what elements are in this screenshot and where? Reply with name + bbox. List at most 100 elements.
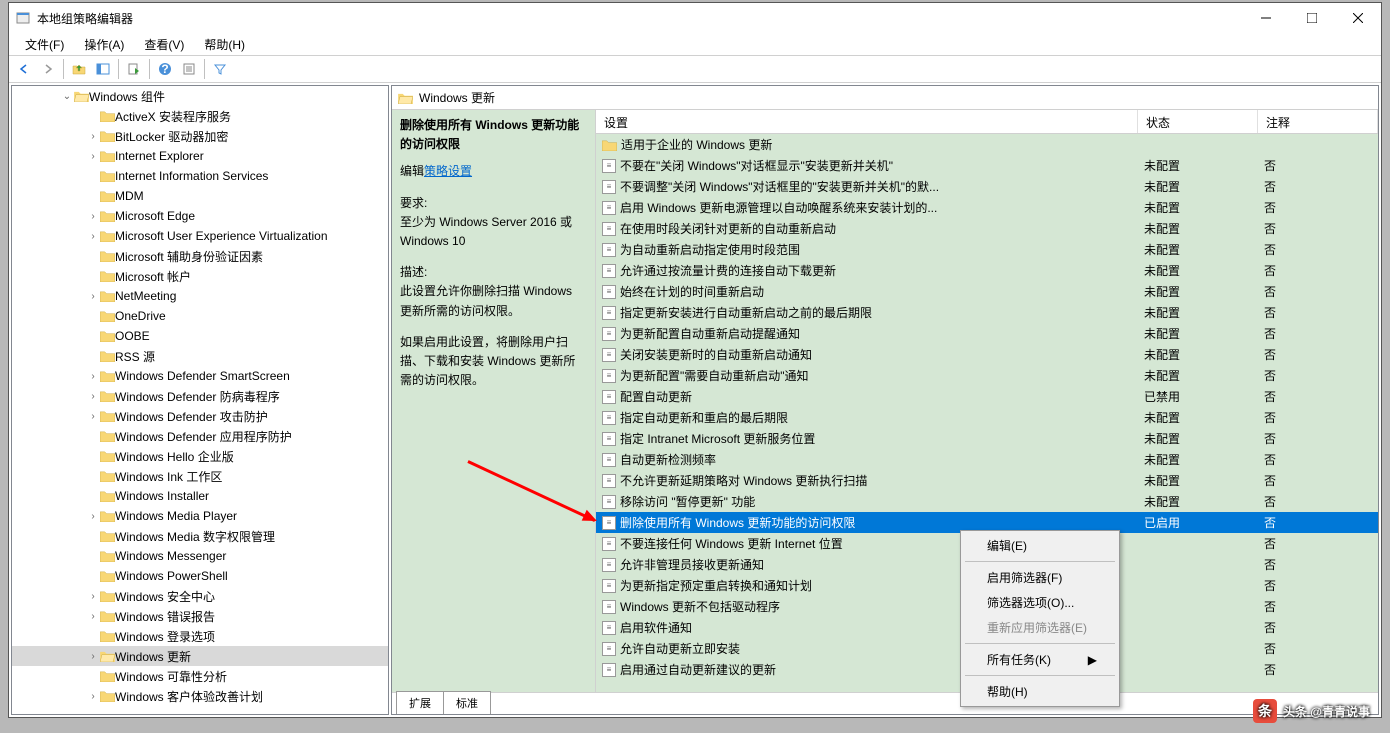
- tree-item[interactable]: ›Windows Media Player: [12, 506, 388, 526]
- toolbar: ?: [9, 55, 1381, 83]
- ctx-filter-on[interactable]: 启用筛选器(F): [963, 565, 1117, 590]
- titlebar: 本地组策略编辑器: [9, 3, 1381, 33]
- details-pane: Windows 更新 删除使用所有 Windows 更新功能的访问权限 编辑策略…: [391, 85, 1379, 715]
- tabbar: 扩展 标准: [392, 692, 1378, 714]
- tree-item[interactable]: ActiveX 安装程序服务: [12, 106, 388, 126]
- policy-icon: ≡: [602, 222, 616, 236]
- policy-icon: ≡: [602, 264, 616, 278]
- tree-item[interactable]: ›Windows Defender 攻击防护: [12, 406, 388, 426]
- ctx-edit[interactable]: 编辑(E): [963, 533, 1117, 558]
- menu-file[interactable]: 文件(F): [17, 34, 72, 55]
- list-row[interactable]: ≡为更新配置自动重新启动提醒通知未配置否: [596, 323, 1378, 344]
- tree-item[interactable]: MDM: [12, 186, 388, 206]
- minimize-button[interactable]: [1243, 3, 1289, 33]
- list-row[interactable]: ≡指定自动更新和重启的最后期限未配置否: [596, 407, 1378, 428]
- list-row[interactable]: ≡指定更新安装进行自动重新启动之前的最后期限未配置否: [596, 302, 1378, 323]
- tree-item[interactable]: Windows PowerShell: [12, 566, 388, 586]
- tree-pane[interactable]: ⌄Windows 组件ActiveX 安装程序服务›BitLocker 驱动器加…: [11, 85, 389, 715]
- ctx-reapply-filter: 重新应用筛选器(E): [963, 615, 1117, 640]
- menubar: 文件(F) 操作(A) 查看(V) 帮助(H): [9, 33, 1381, 55]
- list-row[interactable]: 适用于企业的 Windows 更新: [596, 134, 1378, 155]
- tree-item[interactable]: Windows Installer: [12, 486, 388, 506]
- list-row[interactable]: ≡在使用时段关闭针对更新的自动重新启动未配置否: [596, 218, 1378, 239]
- policy-icon: ≡: [602, 180, 616, 194]
- description-pane: 删除使用所有 Windows 更新功能的访问权限 编辑策略设置 要求: 至少为 …: [392, 110, 596, 692]
- tree-item[interactable]: OneDrive: [12, 306, 388, 326]
- menu-help[interactable]: 帮助(H): [196, 34, 253, 55]
- tree-item[interactable]: ›Microsoft User Experience Virtualizatio…: [12, 226, 388, 246]
- tree-item[interactable]: Windows Defender 应用程序防护: [12, 426, 388, 446]
- col-setting[interactable]: 设置: [596, 110, 1138, 133]
- tree-item[interactable]: ›Windows 安全中心: [12, 586, 388, 606]
- policy-icon: ≡: [602, 159, 616, 173]
- tree-item[interactable]: Windows 登录选项: [12, 626, 388, 646]
- tree-item[interactable]: ›Microsoft Edge: [12, 206, 388, 226]
- tree-item[interactable]: Windows Ink 工作区: [12, 466, 388, 486]
- tree-item[interactable]: ›Windows 客户体验改善计划: [12, 686, 388, 706]
- col-comment[interactable]: 注释: [1258, 110, 1378, 133]
- ctx-filter-options[interactable]: 筛选器选项(O)...: [963, 590, 1117, 615]
- list-row[interactable]: ≡指定 Intranet Microsoft 更新服务位置未配置否: [596, 428, 1378, 449]
- tree-item[interactable]: ›NetMeeting: [12, 286, 388, 306]
- policy-icon: ≡: [602, 579, 616, 593]
- list-row[interactable]: ≡始终在计划的时间重新启动未配置否: [596, 281, 1378, 302]
- forward-button[interactable]: [37, 58, 59, 80]
- tree-item[interactable]: OOBE: [12, 326, 388, 346]
- ctx-all-tasks[interactable]: 所有任务(K)▶: [963, 647, 1117, 672]
- tree-item[interactable]: RSS 源: [12, 346, 388, 366]
- tree-item[interactable]: Microsoft 帐户: [12, 266, 388, 286]
- menu-view[interactable]: 查看(V): [136, 34, 192, 55]
- tree-item[interactable]: Internet Information Services: [12, 166, 388, 186]
- svg-text:?: ?: [161, 62, 168, 76]
- tree-item[interactable]: Windows Media 数字权限管理: [12, 526, 388, 546]
- policy-icon: ≡: [602, 390, 616, 404]
- path-header: Windows 更新: [392, 86, 1378, 110]
- list-row[interactable]: ≡允许通过按流量计费的连接自动下载更新未配置否: [596, 260, 1378, 281]
- tree-item[interactable]: ›Windows Defender SmartScreen: [12, 366, 388, 386]
- tree-item[interactable]: ›BitLocker 驱动器加密: [12, 126, 388, 146]
- export-button[interactable]: [123, 58, 145, 80]
- show-hide-tree-button[interactable]: [92, 58, 114, 80]
- policy-icon: ≡: [602, 369, 616, 383]
- app-icon: [15, 10, 31, 26]
- tree-item[interactable]: ›Windows 更新: [12, 646, 388, 666]
- policy-icon: ≡: [602, 453, 616, 467]
- properties-button[interactable]: [178, 58, 200, 80]
- tree-item[interactable]: Windows 可靠性分析: [12, 666, 388, 686]
- list-row[interactable]: ≡配置自动更新已禁用否: [596, 386, 1378, 407]
- list-row[interactable]: ≡不要在"关闭 Windows"对话框显示"安装更新并关机"未配置否: [596, 155, 1378, 176]
- list-header: 设置 状态 注释: [596, 110, 1378, 134]
- tree-root[interactable]: ⌄Windows 组件: [12, 86, 388, 106]
- col-status[interactable]: 状态: [1138, 110, 1258, 133]
- list-row[interactable]: ≡移除访问 "暂停更新" 功能未配置否: [596, 491, 1378, 512]
- tree-item[interactable]: Windows Hello 企业版: [12, 446, 388, 466]
- tree-item[interactable]: ›Windows 错误报告: [12, 606, 388, 626]
- filter-button[interactable]: [209, 58, 231, 80]
- list-row[interactable]: ≡不允许更新延期策略对 Windows 更新执行扫描未配置否: [596, 470, 1378, 491]
- policy-title: 删除使用所有 Windows 更新功能的访问权限: [400, 116, 587, 154]
- tree-item[interactable]: Windows Messenger: [12, 546, 388, 566]
- list-row[interactable]: ≡自动更新检测频率未配置否: [596, 449, 1378, 470]
- ctx-help[interactable]: 帮助(H): [963, 679, 1117, 704]
- menu-action[interactable]: 操作(A): [76, 34, 132, 55]
- policy-icon: ≡: [602, 621, 616, 635]
- back-button[interactable]: [13, 58, 35, 80]
- tree-item[interactable]: ›Windows Defender 防病毒程序: [12, 386, 388, 406]
- list-row[interactable]: ≡为自动重新启动指定使用时段范围未配置否: [596, 239, 1378, 260]
- policy-icon: ≡: [602, 348, 616, 362]
- help-button[interactable]: ?: [154, 58, 176, 80]
- edit-policy-link[interactable]: 策略设置: [424, 164, 472, 178]
- tree-item[interactable]: ›Internet Explorer: [12, 146, 388, 166]
- list-row[interactable]: ≡不要调整"关闭 Windows"对话框里的"安装更新并关机"的默...未配置否: [596, 176, 1378, 197]
- tab-extended[interactable]: 扩展: [396, 691, 444, 714]
- list-row[interactable]: ≡启用 Windows 更新电源管理以自动唤醒系统来安装计划的...未配置否: [596, 197, 1378, 218]
- maximize-button[interactable]: [1289, 3, 1335, 33]
- close-button[interactable]: [1335, 3, 1381, 33]
- policy-icon: ≡: [602, 663, 616, 677]
- tree-item[interactable]: Microsoft 辅助身份验证因素: [12, 246, 388, 266]
- list-row[interactable]: ≡关闭安装更新时的自动重新启动通知未配置否: [596, 344, 1378, 365]
- tab-standard[interactable]: 标准: [443, 691, 491, 714]
- policy-icon: ≡: [602, 495, 616, 509]
- list-row[interactable]: ≡为更新配置"需要自动重新启动"通知未配置否: [596, 365, 1378, 386]
- up-button[interactable]: [68, 58, 90, 80]
